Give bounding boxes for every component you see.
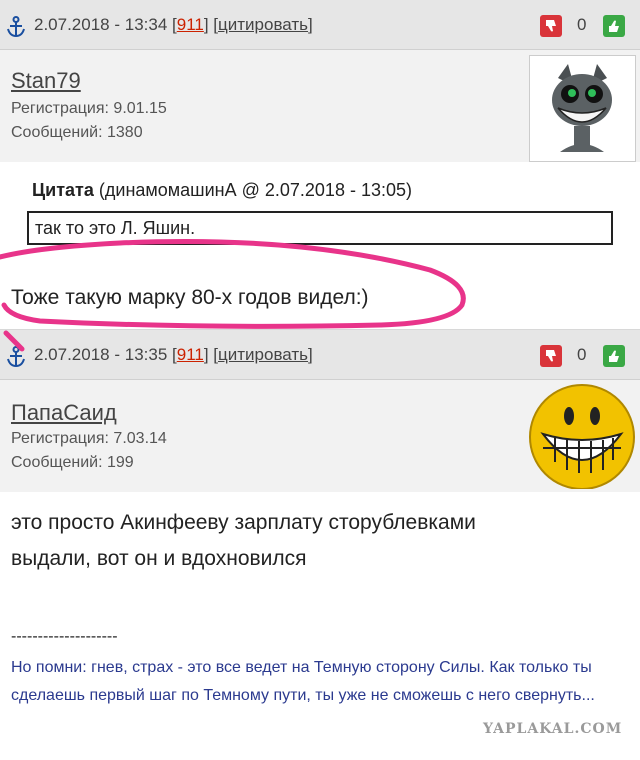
grinning-cat-avatar-icon bbox=[530, 56, 635, 161]
username-link[interactable]: ПапаСаид bbox=[11, 400, 117, 426]
post-number-link[interactable]: 911 bbox=[177, 15, 204, 34]
forum-post-1: 2.07.2018 - 13:34 [911] [цитировать] 0 S… bbox=[0, 0, 640, 330]
post-header: 2.07.2018 - 13:35 [911] [цитировать] 0 bbox=[0, 330, 640, 380]
quote-source: (динамомашинА @ 2.07.2018 - 13:05) bbox=[98, 180, 412, 200]
quote-label: Цитата bbox=[32, 180, 94, 200]
user-info: Stan79 Регистрация: 9.01.15 Сообщений: 1… bbox=[0, 50, 640, 162]
post-number-link[interactable]: 911 bbox=[177, 345, 204, 364]
message-count: Сообщений: 1380 bbox=[11, 124, 143, 141]
post-date: 2.07.2018 - 13:35 bbox=[34, 345, 168, 364]
thumbs-up-icon[interactable] bbox=[602, 14, 626, 38]
post-meta: 2.07.2018 - 13:35 [911] [цитировать] bbox=[34, 345, 313, 364]
anchor-icon[interactable] bbox=[6, 346, 26, 368]
signature-separator: -------------------- bbox=[11, 628, 118, 645]
post-header: 2.07.2018 - 13:34 [911] [цитировать] 0 bbox=[0, 0, 640, 50]
thumbs-up-icon[interactable] bbox=[602, 344, 626, 368]
grinning-smiley-avatar-icon bbox=[529, 384, 635, 490]
site-watermark: YAPLAKAL.COM bbox=[483, 721, 623, 737]
post-meta: 2.07.2018 - 13:34 [911] [цитировать] bbox=[34, 15, 313, 34]
message-count: Сообщений: 199 bbox=[11, 454, 134, 471]
post-body: это просто Акинфееву зарплату сторублевк… bbox=[11, 505, 476, 577]
registration-date: Регистрация: 9.01.15 bbox=[11, 100, 167, 117]
thumbs-down-icon[interactable] bbox=[539, 14, 563, 38]
anchor-icon[interactable] bbox=[6, 16, 26, 38]
user-info: ПапаСаид Регистрация: 7.03.14 Сообщений:… bbox=[0, 380, 640, 492]
post-body: Тоже такую марку 80-х годов видел:) bbox=[11, 286, 369, 309]
registration-date: Регистрация: 7.03.14 bbox=[11, 430, 167, 447]
post-date: 2.07.2018 - 13:34 bbox=[34, 15, 168, 34]
quote-box: так то это Л. Яшин. bbox=[27, 211, 613, 245]
avatar bbox=[529, 382, 636, 490]
post-body-line: выдали, вот он и вдохновился bbox=[11, 547, 307, 570]
username-link[interactable]: Stan79 bbox=[11, 68, 81, 94]
vote-count: 0 bbox=[577, 345, 587, 364]
quote-link[interactable]: цитировать bbox=[218, 345, 308, 364]
vote-count: 0 bbox=[577, 15, 587, 34]
post-body-line: это просто Акинфееву зарплату сторублевк… bbox=[11, 511, 476, 534]
signature: Но помни: гнев, страх - это все ведет на… bbox=[11, 659, 595, 704]
quote-header: Цитата (динамомашинА @ 2.07.2018 - 13:05… bbox=[32, 180, 412, 201]
quote-link[interactable]: цитировать bbox=[218, 15, 308, 34]
thumbs-down-icon[interactable] bbox=[539, 344, 563, 368]
avatar bbox=[529, 55, 636, 162]
